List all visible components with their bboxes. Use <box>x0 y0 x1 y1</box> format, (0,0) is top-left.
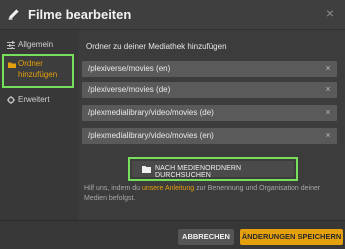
sidebar-item-ordner-hinzufuegen[interactable]: Ordner hinzufügen <box>2 54 74 88</box>
sliders-icon <box>7 41 15 49</box>
cancel-button[interactable]: ABBRECHEN <box>178 229 234 245</box>
help-text: Hilf uns, indem du unsere Anleitung zur … <box>84 184 342 204</box>
folder-path-row[interactable]: /plexmedialibrary/video/movies (en) × <box>82 128 337 144</box>
help-text-before: Hilf uns, indem du <box>84 185 142 192</box>
pencil-icon <box>8 9 19 20</box>
dialog-header: Filme bearbeiten × <box>0 0 345 30</box>
remove-folder-icon[interactable]: × <box>323 107 333 118</box>
folder-path: /plexmedialibrary/video/movies (en) <box>88 131 214 140</box>
folder-path-row[interactable]: /plexiverse/movies (en) × <box>82 61 337 77</box>
sidebar-item-label: Allgemein <box>18 40 54 49</box>
scan-button-label: NACH MEDIENORDNERN DURCHSUCHEN <box>155 165 242 179</box>
gear-icon <box>7 96 15 104</box>
folder-icon <box>142 166 151 173</box>
remove-folder-icon[interactable]: × <box>323 130 333 141</box>
save-changes-button[interactable]: ÄNDERUNGEN SPEICHERN <box>240 229 343 245</box>
sidebar: Allgemein Ordner hinzufügen Erweitert <box>0 30 78 249</box>
folder-path-row[interactable]: /plexiverse/movies (de) × <box>82 82 337 98</box>
remove-folder-icon[interactable]: × <box>323 63 333 74</box>
folder-path: /plexmedialibrary/video/movies (de) <box>88 108 214 117</box>
section-label: Ordner zu deiner Mediathek hinzufügen <box>86 42 227 51</box>
scan-media-folders-button[interactable]: NACH MEDIENORDNERN DURCHSUCHEN <box>132 161 294 179</box>
dialog-footer: ABBRECHEN ÄNDERUNGEN SPEICHERN <box>0 220 345 249</box>
close-icon[interactable]: × <box>323 6 337 20</box>
sidebar-item-erweitert[interactable]: Erweitert <box>0 93 78 107</box>
main-content: Ordner zu deiner Mediathek hinzufügen /p… <box>78 30 345 220</box>
folder-icon <box>8 62 16 68</box>
folder-path-row[interactable]: /plexmedialibrary/video/movies (de) × <box>82 105 337 121</box>
sidebar-item-label: Erweitert <box>18 95 50 104</box>
sidebar-item-allgemein[interactable]: Allgemein <box>0 38 78 52</box>
edit-movies-dialog: Filme bearbeiten × Allgemein Ordner hinz… <box>0 0 345 249</box>
guide-link[interactable]: unsere Anleitung <box>142 185 194 192</box>
sidebar-item-label: Ordner hinzufügen <box>18 59 58 79</box>
folder-path: /plexiverse/movies (de) <box>88 85 171 94</box>
dialog-title: Filme bearbeiten <box>28 7 132 22</box>
folder-path: /plexiverse/movies (en) <box>88 64 171 73</box>
scan-button-highlight: NACH MEDIENORDNERN DURCHSUCHEN <box>128 157 298 181</box>
remove-folder-icon[interactable]: × <box>323 84 333 95</box>
